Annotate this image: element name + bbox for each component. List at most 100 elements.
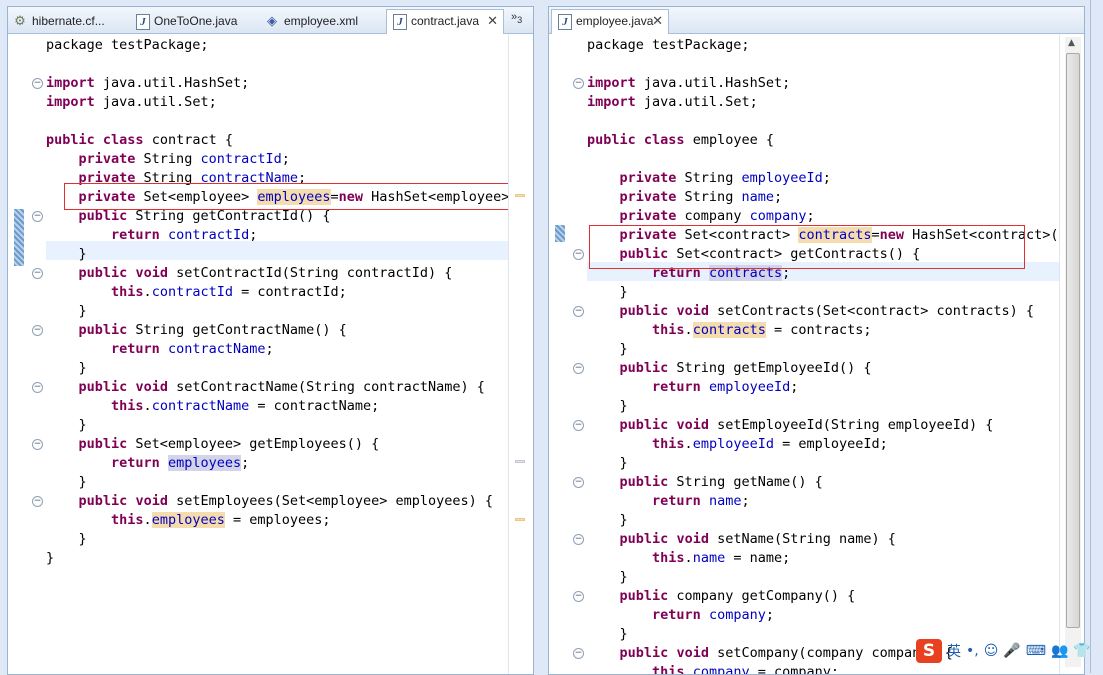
code-line: package testPackage; [587, 36, 750, 55]
code-token: String [135, 151, 201, 167]
code-line: this.company = company; [587, 663, 839, 674]
code-token: this [111, 398, 144, 414]
code-token: this [652, 322, 685, 338]
user-icon[interactable]: 👥 [1051, 643, 1068, 659]
code-line: } [587, 625, 628, 644]
occurrence-marker [515, 194, 525, 197]
annotation-box [589, 225, 1025, 269]
code-token: private [619, 189, 677, 205]
fold-toggle-icon[interactable]: − [573, 78, 584, 89]
code-token: return [652, 493, 701, 509]
code-token: return [652, 379, 701, 395]
code-token: public [619, 531, 669, 547]
tab-onetoone-java[interactable]: J OneToOne.java [130, 10, 243, 33]
code-token: String getContractName() { [127, 322, 347, 338]
tab-hibernate-cfg[interactable]: ⚙ hibernate.cf... [8, 10, 128, 33]
emoji-icon[interactable]: ☺ [984, 643, 999, 659]
code-token: import [587, 94, 636, 110]
code-token: } [46, 550, 55, 566]
sogou-logo-icon[interactable]: S [916, 639, 942, 663]
code-token: company getCompany() { [668, 588, 856, 604]
vertical-scrollbar[interactable]: ▲ [1065, 37, 1081, 667]
code-line: public void setContractName(String contr… [46, 378, 485, 397]
code-line: } [46, 359, 87, 378]
code-token: name [692, 550, 726, 566]
xml-file-icon: ◈ [267, 13, 277, 28]
fold-toggle-icon[interactable]: − [573, 534, 584, 545]
fold-toggle-icon[interactable]: − [573, 249, 584, 260]
tab-employee-java[interactable]: J employee.java ✕ [551, 9, 669, 34]
code-line: public void setName(String name) { [587, 530, 896, 549]
code-token: = contractId; [232, 284, 347, 300]
code-token: return [652, 607, 701, 623]
code-token: private [619, 170, 677, 186]
scrollbar-thumb[interactable] [1066, 53, 1080, 628]
fold-toggle-icon[interactable]: − [573, 306, 584, 317]
code-token: . [684, 436, 693, 452]
fold-toggle-icon[interactable]: − [573, 477, 584, 488]
code-token: void [676, 531, 709, 547]
right-editor-gutter: − − − − − − − − − [549, 34, 587, 674]
code-token: } [46, 246, 87, 262]
code-token: void [676, 417, 709, 433]
microphone-icon[interactable]: 🎤 [1003, 643, 1020, 659]
code-line: public void setCompany(company company) … [587, 644, 953, 663]
code-token: private [78, 151, 136, 167]
fold-toggle-icon[interactable]: − [32, 496, 43, 507]
ime-toolbar: S 英 •, ☺ 🎤 ⌨ 👥 👕 [916, 637, 1091, 665]
tab-employee-xml[interactable]: ◈ employee.xml [260, 10, 380, 33]
scroll-up-icon[interactable]: ▲ [1068, 38, 1075, 48]
code-line: private String employeeId; [587, 169, 831, 188]
skin-icon[interactable]: 👕 [1073, 643, 1090, 659]
fold-toggle-icon[interactable]: − [32, 211, 43, 222]
code-token: setContractName(String contractName) { [167, 379, 485, 395]
code-line: return contractId; [46, 226, 257, 245]
fold-toggle-icon[interactable]: − [32, 325, 43, 336]
code-line: this.name = name; [587, 549, 790, 568]
code-token: public [46, 132, 95, 148]
fold-toggle-icon[interactable]: − [573, 591, 584, 602]
tab-contract-java[interactable]: J contract.java ✕ [386, 9, 504, 34]
java-file-icon: J [558, 14, 572, 30]
keyboard-icon[interactable]: ⌨ [1026, 643, 1046, 659]
close-icon[interactable]: ✕ [652, 10, 663, 32]
fold-toggle-icon[interactable]: − [32, 268, 43, 279]
code-token: name [708, 493, 742, 509]
window-edge [1090, 0, 1103, 673]
code-token: } [587, 512, 628, 528]
code-token: } [587, 626, 628, 642]
fold-toggle-icon[interactable]: − [573, 363, 584, 374]
left-editor-pane: ⚙ hibernate.cf... J OneToOne.java ◈ empl… [7, 6, 534, 675]
left-code-area[interactable]: package testPackage; import java.util.Has… [46, 34, 509, 674]
code-token: = contracts; [765, 322, 872, 338]
fold-toggle-icon[interactable]: − [573, 648, 584, 659]
fold-toggle-icon[interactable]: − [573, 420, 584, 431]
tab-overflow-button[interactable]: »3 [511, 11, 522, 25]
ime-language-toggle[interactable]: 英 [947, 641, 961, 661]
punctuation-icon[interactable]: •, [966, 643, 979, 659]
code-line: public String getEmployeeId() { [587, 359, 872, 378]
code-line: private String name; [587, 188, 783, 207]
fold-toggle-icon[interactable]: − [32, 78, 43, 89]
close-icon[interactable]: ✕ [487, 10, 498, 32]
code-line: private String contractId; [46, 150, 290, 169]
tab-label: hibernate.cf... [32, 14, 105, 28]
code-token: class [643, 132, 685, 148]
fold-toggle-icon[interactable]: − [32, 382, 43, 393]
right-code-area[interactable]: package testPackage; import java.util.Has… [587, 34, 1060, 674]
fold-toggle-icon[interactable]: − [32, 439, 43, 450]
code-token: package testPackage; [587, 37, 750, 53]
code-line: return employees; [46, 454, 249, 473]
code-line: public void setContracts(Set<contract> c… [587, 302, 1035, 321]
